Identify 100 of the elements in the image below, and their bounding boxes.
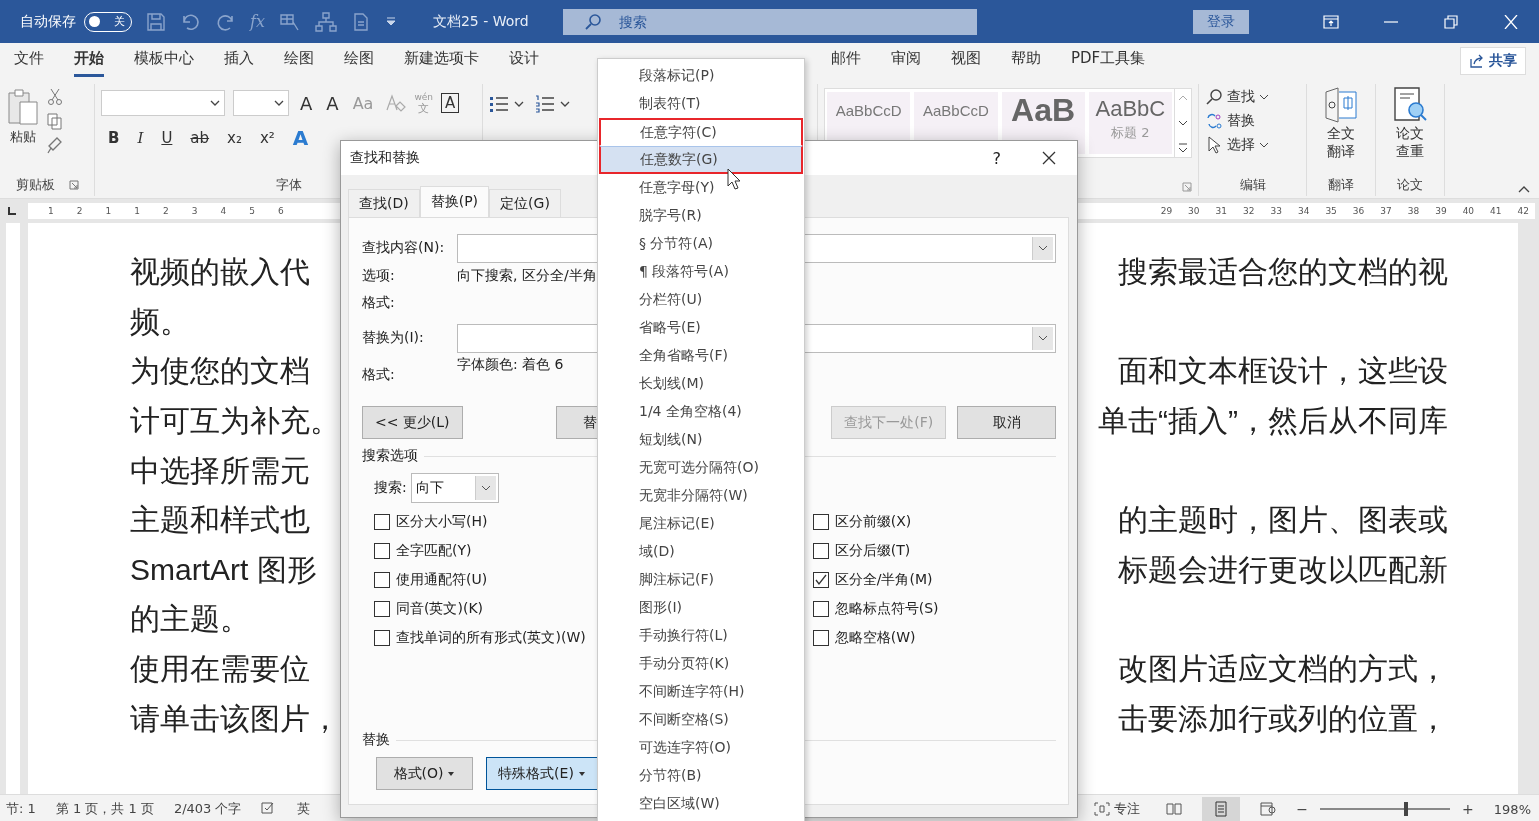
sign-in-button[interactable]: 登录	[1193, 9, 1249, 34]
font-button[interactable]: U	[158, 129, 176, 147]
select-button[interactable]: 选择	[1205, 136, 1300, 154]
font-name-field[interactable]	[101, 90, 225, 116]
numbered-list-icon[interactable]	[535, 94, 571, 114]
dialog-button[interactable]: << 更少(L)	[362, 406, 463, 439]
menu-item[interactable]: 域(D)	[599, 538, 803, 566]
ribbon-tab[interactable]: PDF工具集	[1071, 44, 1146, 77]
dialog-launcher-icon[interactable]	[68, 180, 79, 190]
option-checkbox[interactable]: 区分前缀(X)	[812, 507, 939, 536]
menu-item[interactable]: 分节符(B)	[599, 762, 803, 790]
replace-button[interactable]: 替换	[1205, 112, 1300, 130]
share-button[interactable]: 共享	[1460, 46, 1526, 75]
ribbon-tab[interactable]: 绘图	[344, 44, 374, 77]
font-button[interactable]: ab	[187, 129, 213, 147]
table-icon[interactable]	[278, 11, 301, 32]
copy-icon[interactable]	[46, 112, 64, 130]
menu-item[interactable]: 段落标记(P)	[599, 62, 803, 90]
ribbon-tab[interactable]: 文件	[14, 44, 44, 77]
option-checkbox[interactable]: 区分后缀(T)	[812, 536, 939, 565]
option-checkbox[interactable]: 使用通配符(U)	[374, 565, 586, 594]
save-icon[interactable]	[146, 11, 166, 32]
menu-item[interactable]: 全角省略号(F)	[599, 342, 803, 370]
ribbon-tab[interactable]: 开始	[74, 44, 104, 77]
menu-item[interactable]: 不间断连字符(H)	[599, 678, 803, 706]
font-button[interactable]: A	[323, 92, 342, 114]
font-size-field[interactable]	[233, 90, 289, 116]
menu-item[interactable]: 尾注标记(E)	[599, 510, 803, 538]
text-effects-button[interactable]: A	[289, 126, 312, 150]
format-brush-icon[interactable]	[46, 136, 64, 154]
zoom-out-button[interactable]: −	[1296, 801, 1309, 817]
search-field[interactable]: 搜索	[562, 8, 977, 35]
menu-item[interactable]: 任意数字(G)	[599, 146, 803, 174]
menu-item[interactable]: 制表符(T)	[599, 90, 803, 118]
hierarchy-icon[interactable]	[314, 11, 337, 32]
ribbon-tab[interactable]: 新建选项卡	[404, 44, 479, 77]
menu-item[interactable]: 可选连字符(O)	[599, 734, 803, 762]
dropdown-button[interactable]: 格式(O)	[376, 757, 473, 790]
dialog-tab[interactable]: 定位(G)	[489, 189, 561, 217]
dialog-button[interactable]: 取消	[957, 406, 1056, 439]
ribbon-tab[interactable]: 模板中心	[134, 44, 194, 77]
paper-check-button[interactable]: 论文查重	[1382, 84, 1438, 174]
ribbon-tab[interactable]: 绘图	[284, 44, 314, 77]
option-checkbox[interactable]: 忽略标点符号(S)	[812, 594, 939, 623]
customize-caret-icon[interactable]	[384, 15, 397, 28]
close-icon[interactable]	[1041, 150, 1057, 166]
menu-item[interactable]: 分栏符(U)	[599, 286, 803, 314]
full-translate-button[interactable]: 全文翻译	[1313, 84, 1369, 174]
menu-item[interactable]: 手动分页符(K)	[599, 650, 803, 678]
focus-button[interactable]: 专注	[1088, 799, 1147, 819]
web-layout-icon[interactable]	[1260, 801, 1277, 817]
scissors-icon[interactable]	[46, 88, 64, 106]
print-layout-icon[interactable]	[1214, 801, 1229, 817]
dropdown-button[interactable]: 特殊格式(E)	[486, 757, 598, 790]
menu-item[interactable]: 无宽可选分隔符(O)	[599, 454, 803, 482]
ribbon-tab[interactable]: 审阅	[891, 44, 921, 77]
option-checkbox[interactable]: 区分大小写(H)	[374, 507, 586, 536]
collapse-ribbon-icon[interactable]	[1517, 184, 1531, 194]
font-button[interactable]: I	[134, 129, 147, 147]
menu-item[interactable]: 无宽非分隔符(W)	[599, 482, 803, 510]
menu-item[interactable]: 1/4 全角空格(4)	[599, 398, 803, 426]
dialog-tab[interactable]: 替换(P)	[419, 186, 490, 217]
menu-item[interactable]: 空白区域(W)	[599, 790, 803, 818]
menu-item[interactable]: 短划线(N)	[599, 426, 803, 454]
option-checkbox[interactable]: 查找单词的所有形式(英文)(W)	[374, 623, 586, 652]
menu-item[interactable]: 长划线(M)	[599, 370, 803, 398]
menu-item[interactable]: 脱字号(R)	[599, 202, 803, 230]
ribbon-tab[interactable]: 视图	[951, 44, 981, 77]
option-checkbox[interactable]: 忽略空格(W)	[812, 623, 939, 652]
option-checkbox[interactable]: 全字匹配(Y)	[374, 536, 586, 565]
dialog-launcher-icon[interactable]	[1182, 182, 1192, 192]
tab-stop-icon[interactable]	[6, 205, 18, 217]
zoom-in-button[interactable]: +	[1462, 801, 1474, 817]
zoom-level[interactable]: 198%	[1493, 801, 1531, 817]
font-button[interactable]: B	[105, 129, 123, 147]
character-border-button[interactable]: A	[441, 93, 460, 113]
ribbon-tab[interactable]: 邮件	[831, 44, 861, 77]
find-button[interactable]: 查找	[1205, 88, 1300, 106]
font-button[interactable]: A	[297, 92, 316, 114]
more-styles-icon[interactable]	[1176, 141, 1190, 155]
option-checkbox[interactable]: 区分全/半角(M)	[812, 565, 939, 594]
paste-label[interactable]: 粘贴	[10, 128, 36, 146]
menu-item[interactable]: 任意字母(Y)	[599, 174, 803, 202]
menu-item[interactable]: 图形(I)	[599, 594, 803, 622]
zoom-slider-thumb[interactable]	[1403, 802, 1408, 816]
option-checkbox[interactable]: 同音(英文)(K)	[374, 594, 586, 623]
clear-format-icon[interactable]	[384, 92, 407, 114]
search-direction-select[interactable]: 向下	[410, 473, 499, 503]
style-preset[interactable]: AaBbC 标题 2	[1088, 92, 1172, 154]
menu-item[interactable]: ¶ 段落符号(A)	[599, 258, 803, 286]
menu-item[interactable]: § 分节符(A)	[599, 230, 803, 258]
ribbon-tab[interactable]: 设计	[509, 44, 539, 77]
menu-item[interactable]: 手动换行符(L)	[599, 622, 803, 650]
menu-item[interactable]: 不间断空格(S)	[599, 706, 803, 734]
menu-item[interactable]: 脚注标记(F)	[599, 566, 803, 594]
font-button[interactable]: x₂	[224, 129, 245, 147]
ribbon-tab[interactable]: 插入	[224, 44, 254, 77]
menu-item[interactable]: 省略号(E)	[599, 314, 803, 342]
restore-icon[interactable]	[1443, 14, 1459, 29]
dialog-tab[interactable]: 查找(D)	[348, 189, 420, 217]
